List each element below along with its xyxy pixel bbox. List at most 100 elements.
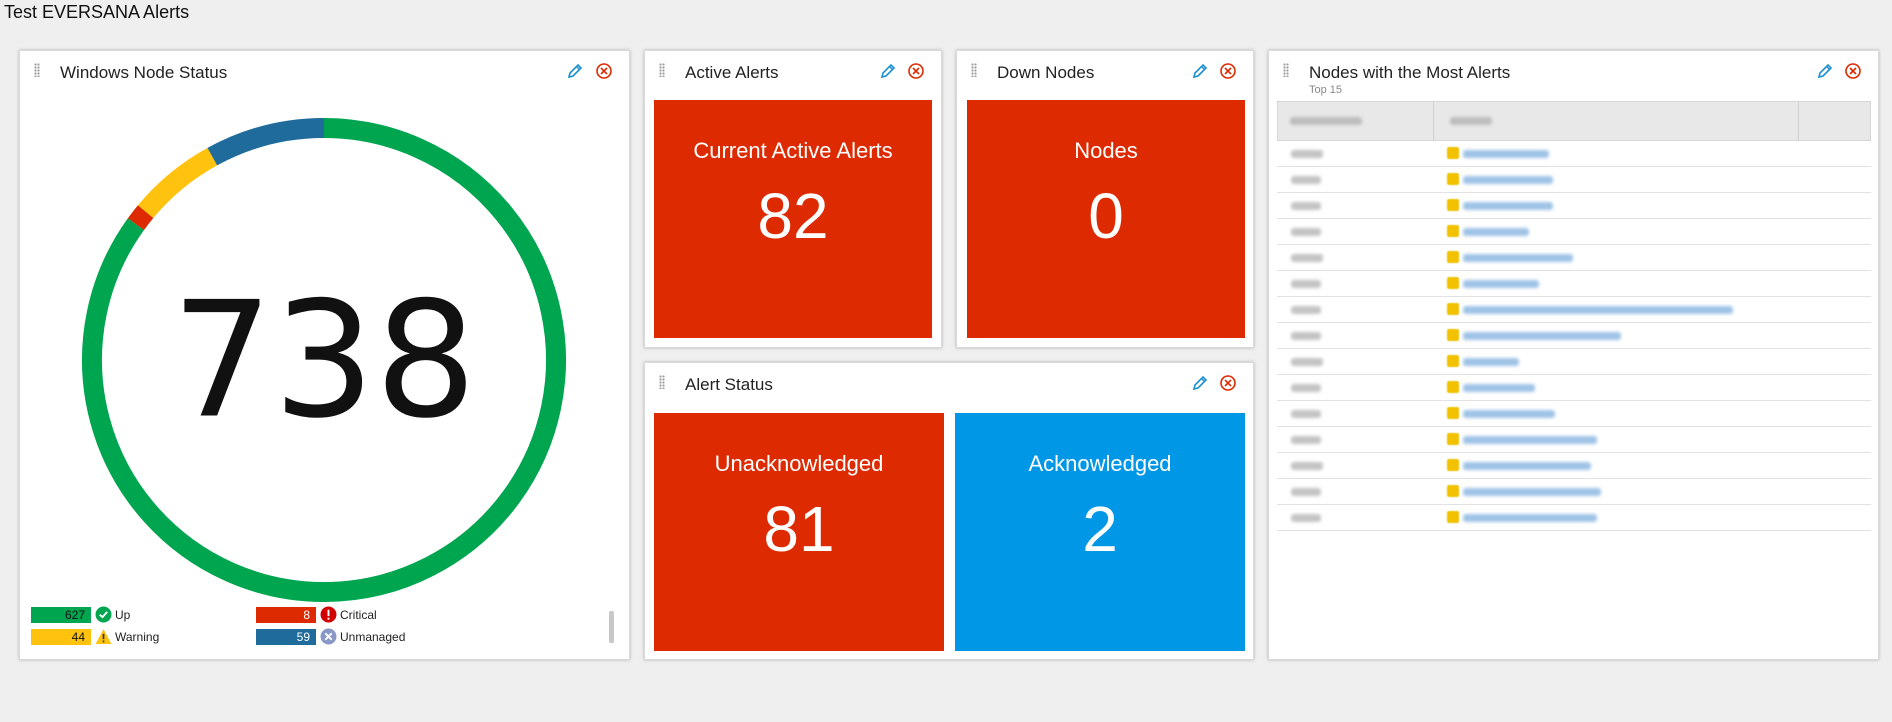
legend-warning-count: 44 (31, 629, 91, 645)
legend-scrollbar[interactable] (609, 611, 614, 643)
blurred-node-link[interactable] (1463, 436, 1597, 444)
drag-handle-icon[interactable] (34, 63, 40, 77)
critical-icon (320, 606, 337, 623)
legend-up-label: Up (115, 608, 131, 622)
tile-value: 0 (1088, 180, 1124, 252)
unacknowledged-tile[interactable]: Unacknowledged 81 (654, 413, 944, 651)
tile-label: Nodes (1074, 138, 1138, 163)
donut-total-value: 738 (171, 267, 476, 454)
close-icon[interactable] (1843, 61, 1863, 81)
table-row[interactable] (1277, 427, 1871, 453)
alerts-table (1277, 101, 1871, 531)
table-row[interactable] (1277, 453, 1871, 479)
close-icon[interactable] (906, 61, 926, 81)
warning-node-icon (1447, 459, 1459, 471)
blurred-node-link[interactable] (1463, 202, 1553, 210)
legend-critical-label: Critical (340, 608, 377, 622)
current-active-alerts-tile[interactable]: Current Active Alerts 82 (654, 100, 932, 338)
blurred-cell (1291, 410, 1321, 418)
down-nodes-widget: Down Nodes Nodes 0 (956, 50, 1254, 348)
legend-unmanaged-count: 59 (256, 629, 316, 645)
widget-header: Nodes with the Most Alerts Top 15 (1269, 51, 1878, 96)
warning-node-icon (1447, 251, 1459, 263)
blurred-node-link[interactable] (1463, 150, 1549, 158)
table-row[interactable] (1277, 349, 1871, 375)
donut-segment-critical[interactable] (127, 205, 154, 231)
table-row[interactable] (1277, 271, 1871, 297)
alert-status-widget: Alert Status Unacknowledged 81 Acknowled… (644, 362, 1254, 660)
tile-value: 82 (757, 180, 829, 252)
blurred-node-link[interactable] (1463, 384, 1535, 392)
blurred-node-link[interactable] (1463, 488, 1601, 496)
blurred-cell (1291, 228, 1321, 236)
widget-header: Down Nodes (957, 51, 1253, 91)
down-nodes-tile[interactable]: Nodes 0 (967, 100, 1245, 338)
tile-label: Acknowledged (1028, 451, 1172, 476)
warning-node-icon (1447, 173, 1459, 185)
blurred-node-link[interactable] (1463, 280, 1539, 288)
table-row[interactable] (1277, 219, 1871, 245)
edit-pencil-icon[interactable] (1190, 61, 1210, 81)
blurred-cell (1291, 176, 1321, 184)
warning-node-icon (1447, 485, 1459, 497)
warning-node-icon (1447, 511, 1459, 523)
blurred-node-link[interactable] (1463, 332, 1621, 340)
blurred-node-link[interactable] (1463, 410, 1555, 418)
close-icon[interactable] (1218, 373, 1238, 393)
drag-handle-icon[interactable] (971, 63, 977, 77)
legend-critical-count: 8 (256, 607, 316, 623)
edit-pencil-icon[interactable] (565, 61, 585, 81)
blurred-node-link[interactable] (1463, 462, 1591, 470)
table-row[interactable] (1277, 401, 1871, 427)
blurred-node-link[interactable] (1463, 176, 1553, 184)
blurred-cell (1291, 358, 1323, 366)
tile-value: 81 (763, 493, 835, 565)
warning-node-icon (1447, 407, 1459, 419)
blurred-cell (1291, 150, 1323, 158)
tile-label: Unacknowledged (714, 451, 884, 476)
table-row[interactable] (1277, 193, 1871, 219)
blurred-cell (1291, 280, 1321, 288)
page-title: Test EVERSANA Alerts (4, 2, 190, 22)
widget-title: Windows Node Status (60, 63, 228, 82)
blurred-cell (1291, 332, 1321, 340)
edit-pencil-icon[interactable] (1815, 61, 1835, 81)
warning-node-icon (1447, 381, 1459, 393)
blurred-node-link[interactable] (1463, 358, 1519, 366)
table-row[interactable] (1277, 141, 1871, 167)
blurred-cell (1291, 384, 1321, 392)
table-body (1277, 141, 1871, 531)
close-icon[interactable] (1218, 61, 1238, 81)
blurred-node-link[interactable] (1463, 254, 1573, 262)
edit-pencil-icon[interactable] (878, 61, 898, 81)
warning-node-icon (1447, 199, 1459, 211)
blurred-cell (1291, 514, 1321, 522)
tile-label: Current Active Alerts (693, 138, 893, 163)
unmanaged-icon (320, 628, 337, 645)
widget-title: Nodes with the Most Alerts (1309, 63, 1511, 82)
blurred-node-link[interactable] (1463, 306, 1733, 314)
edit-pencil-icon[interactable] (1190, 373, 1210, 393)
blurred-node-link[interactable] (1463, 514, 1597, 522)
blurred-cell (1291, 488, 1321, 496)
drag-handle-icon[interactable] (659, 375, 665, 389)
table-row[interactable] (1277, 375, 1871, 401)
table-row[interactable] (1277, 245, 1871, 271)
donut-segment-warning[interactable] (137, 147, 218, 219)
drag-handle-icon[interactable] (659, 63, 665, 77)
drag-handle-icon[interactable] (1283, 63, 1289, 77)
table-row[interactable] (1277, 505, 1871, 531)
blurred-cell (1291, 202, 1321, 210)
table-row[interactable] (1277, 167, 1871, 193)
table-row[interactable] (1277, 297, 1871, 323)
tile-value: 2 (1082, 493, 1118, 565)
table-row[interactable] (1277, 479, 1871, 505)
blurred-node-link[interactable] (1463, 228, 1529, 236)
widget-title: Alert Status (685, 375, 773, 394)
table-row[interactable] (1277, 323, 1871, 349)
close-icon[interactable] (594, 61, 614, 81)
acknowledged-tile[interactable]: Acknowledged 2 (955, 413, 1245, 651)
donut-segment-unmanaged[interactable] (207, 118, 325, 166)
header-cell-blurred (1290, 117, 1362, 125)
warning-icon (95, 629, 112, 644)
